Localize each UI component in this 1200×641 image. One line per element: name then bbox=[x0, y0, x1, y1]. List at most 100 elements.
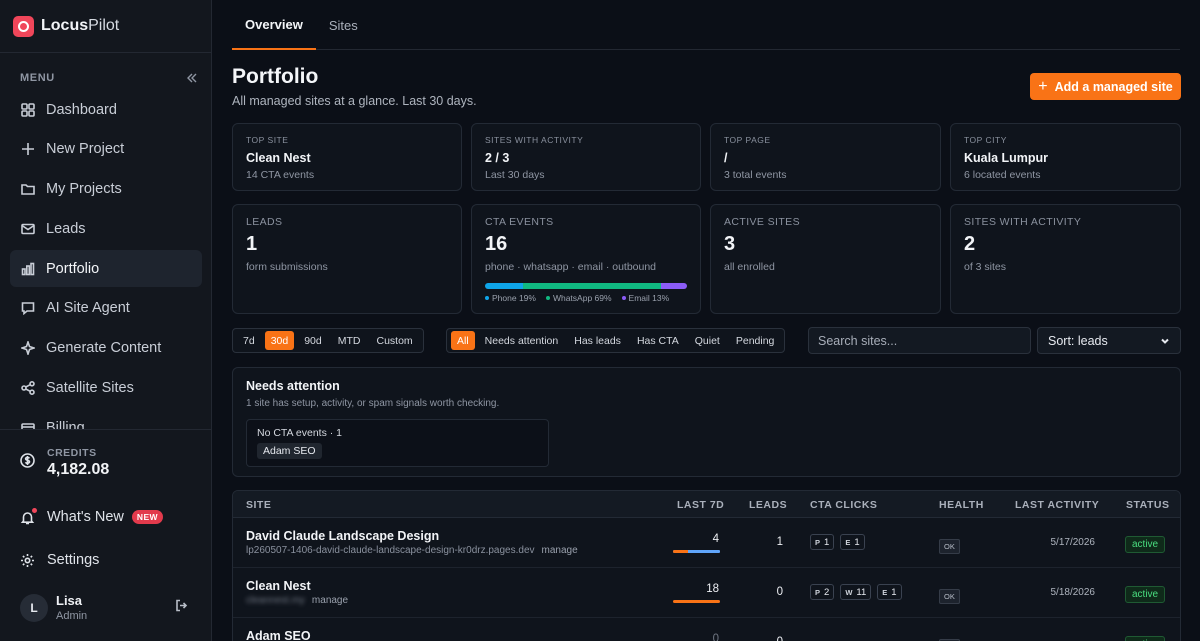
site-name[interactable]: Adam SEO bbox=[246, 629, 311, 641]
logout-icon[interactable] bbox=[175, 599, 188, 617]
sites-activity-card: SITES WITH ACTIVITY 2 / 3 Last 30 days bbox=[471, 123, 701, 191]
needs-attention-panel: Needs attention 1 site has setup, activi… bbox=[232, 367, 1181, 477]
tab-overview[interactable]: Overview bbox=[232, 0, 316, 50]
collapse-sidebar-icon[interactable] bbox=[186, 70, 198, 86]
site-name[interactable]: Clean Nest bbox=[246, 579, 311, 593]
sidebar-item-label: AI Site Agent bbox=[46, 300, 130, 317]
sidebar-item-new-project[interactable]: New Project bbox=[10, 131, 202, 168]
user-profile: L Lisa Admin bbox=[20, 593, 188, 622]
table-row[interactable]: Adam SEO 0 0 OK active bbox=[233, 618, 1180, 641]
card-value: 2 / 3 bbox=[485, 151, 510, 165]
table-row[interactable]: David Claude Landscape Design lp260507-1… bbox=[233, 518, 1180, 568]
stat-sub: phone · whatsapp · email · outbound bbox=[485, 261, 657, 273]
last7d-sparkbar bbox=[673, 550, 720, 553]
col-site[interactable]: SITE bbox=[246, 499, 271, 511]
status-filter: All Needs attention Has leads Has CTA Qu… bbox=[446, 328, 786, 353]
health-badge: OK bbox=[939, 636, 960, 641]
cta-badge-email: E1 bbox=[840, 534, 865, 550]
legend-whatsapp: WhatsApp 69% bbox=[545, 293, 612, 303]
leads-value: 0 bbox=[776, 586, 783, 598]
card-icon bbox=[21, 421, 35, 429]
brand[interactable]: LocusPilot bbox=[13, 15, 119, 37]
col-last-activity[interactable]: LAST ACTIVITY bbox=[1015, 499, 1099, 511]
sidebar-nav: Dashboard New Project My Projects Leads … bbox=[10, 91, 202, 429]
plus-icon bbox=[21, 142, 35, 156]
status-badge: active bbox=[1125, 534, 1166, 553]
credits-panel: CREDITS 4,182.08 bbox=[20, 447, 109, 479]
stat-value: 16 bbox=[485, 233, 508, 255]
sidebar-item-dashboard[interactable]: Dashboard bbox=[10, 91, 202, 128]
last-activity: 5/17/2026 bbox=[1050, 537, 1096, 548]
range-30d[interactable]: 30d bbox=[264, 331, 295, 350]
filter-pending[interactable]: Pending bbox=[730, 331, 781, 350]
divider bbox=[0, 52, 211, 53]
col-health[interactable]: HEALTH bbox=[939, 499, 984, 511]
top-site-card: TOP SITE Clean Nest 14 CTA events bbox=[232, 123, 462, 191]
range-custom[interactable]: Custom bbox=[371, 331, 419, 350]
brand-name: LocusPilot bbox=[41, 17, 120, 34]
range-90d[interactable]: 90d bbox=[298, 331, 328, 350]
sidebar-item-label: New Project bbox=[46, 141, 125, 158]
settings-label: Settings bbox=[47, 552, 100, 568]
sidebar-item-portfolio[interactable]: Portfolio bbox=[10, 250, 202, 288]
site-name[interactable]: David Claude Landscape Design bbox=[246, 529, 439, 543]
sidebar-item-label: Generate Content bbox=[46, 340, 162, 357]
sidebar-item-leads[interactable]: Leads bbox=[10, 210, 202, 247]
filter-quiet[interactable]: Quiet bbox=[689, 331, 726, 350]
range-mtd[interactable]: MTD bbox=[332, 331, 367, 350]
sidebar-item-satellite-sites[interactable]: Satellite Sites bbox=[10, 370, 202, 407]
table-row[interactable]: Clean Nest cleannest.my manage 18 0 P2 W1… bbox=[233, 568, 1180, 618]
last7d-value: 4 bbox=[712, 533, 719, 545]
whats-new-label: What's New bbox=[47, 509, 124, 525]
cta-badge-email: E1 bbox=[877, 584, 902, 600]
avatar[interactable]: L bbox=[20, 593, 48, 622]
col-last7d[interactable]: LAST 7D bbox=[677, 499, 724, 511]
filter-has-leads[interactable]: Has leads bbox=[568, 331, 627, 350]
last7d-value: 0 bbox=[712, 633, 719, 641]
sites-table: SITE LAST 7D LEADS CTA CLICKS HEALTH LAS… bbox=[232, 490, 1181, 641]
manage-link[interactable]: manage bbox=[542, 545, 578, 556]
attention-site-tag[interactable]: Adam SEO bbox=[257, 443, 322, 459]
range-7d[interactable]: 7d bbox=[237, 331, 261, 350]
sparkle-icon bbox=[21, 341, 35, 356]
card-sub: Last 30 days bbox=[485, 169, 545, 181]
sidebar-item-label: Portfolio bbox=[46, 260, 100, 277]
plus-icon: + bbox=[1038, 77, 1048, 95]
search-input[interactable] bbox=[808, 327, 1031, 354]
sort-select[interactable]: Sort: leads bbox=[1037, 327, 1181, 354]
gear-icon bbox=[20, 553, 47, 568]
divider bbox=[0, 429, 211, 430]
site-url: cleannest.my manage bbox=[246, 595, 349, 606]
cta-badge-phone: P1 bbox=[810, 534, 835, 550]
col-cta-clicks[interactable]: CTA CLICKS bbox=[810, 499, 877, 511]
chevron-down-icon bbox=[1160, 336, 1170, 346]
bell-icon bbox=[20, 507, 47, 525]
status-badge: active bbox=[1125, 634, 1166, 641]
sidebar-item-label: Satellite Sites bbox=[46, 380, 134, 397]
stat-value: 2 bbox=[964, 233, 976, 255]
health-badge: OK bbox=[939, 536, 960, 554]
tab-sites[interactable]: Sites bbox=[316, 0, 371, 50]
filter-has-cta[interactable]: Has CTA bbox=[631, 331, 685, 350]
whats-new-link[interactable]: What's New NEW bbox=[20, 507, 163, 525]
sidebar-item-generate-content[interactable]: Generate Content bbox=[10, 330, 202, 367]
sidebar-item-ai-site-agent[interactable]: AI Site Agent bbox=[10, 290, 202, 327]
leads-value: 1 bbox=[776, 536, 783, 548]
dollar-coin-icon bbox=[20, 453, 35, 473]
share-icon bbox=[21, 381, 35, 396]
health-badge: OK bbox=[939, 586, 960, 604]
sidebar-item-billing[interactable]: Billing bbox=[10, 409, 202, 429]
settings-link[interactable]: Settings bbox=[20, 552, 99, 568]
col-status[interactable]: STATUS bbox=[1126, 499, 1169, 511]
manage-link[interactable]: manage bbox=[312, 595, 348, 606]
filter-all[interactable]: All bbox=[451, 331, 475, 350]
filter-needs-attention[interactable]: Needs attention bbox=[479, 331, 565, 350]
top-page-card: TOP PAGE / 3 total events bbox=[710, 123, 941, 191]
col-leads[interactable]: LEADS bbox=[749, 499, 787, 511]
add-managed-site-button[interactable]: + Add a managed site bbox=[1030, 73, 1181, 100]
stat-value: 1 bbox=[246, 233, 258, 255]
brand-logo-icon bbox=[13, 15, 34, 37]
leads-value: 0 bbox=[749, 636, 783, 641]
sidebar-item-my-projects[interactable]: My Projects bbox=[10, 171, 202, 208]
cta-breakdown-bar bbox=[485, 283, 687, 289]
